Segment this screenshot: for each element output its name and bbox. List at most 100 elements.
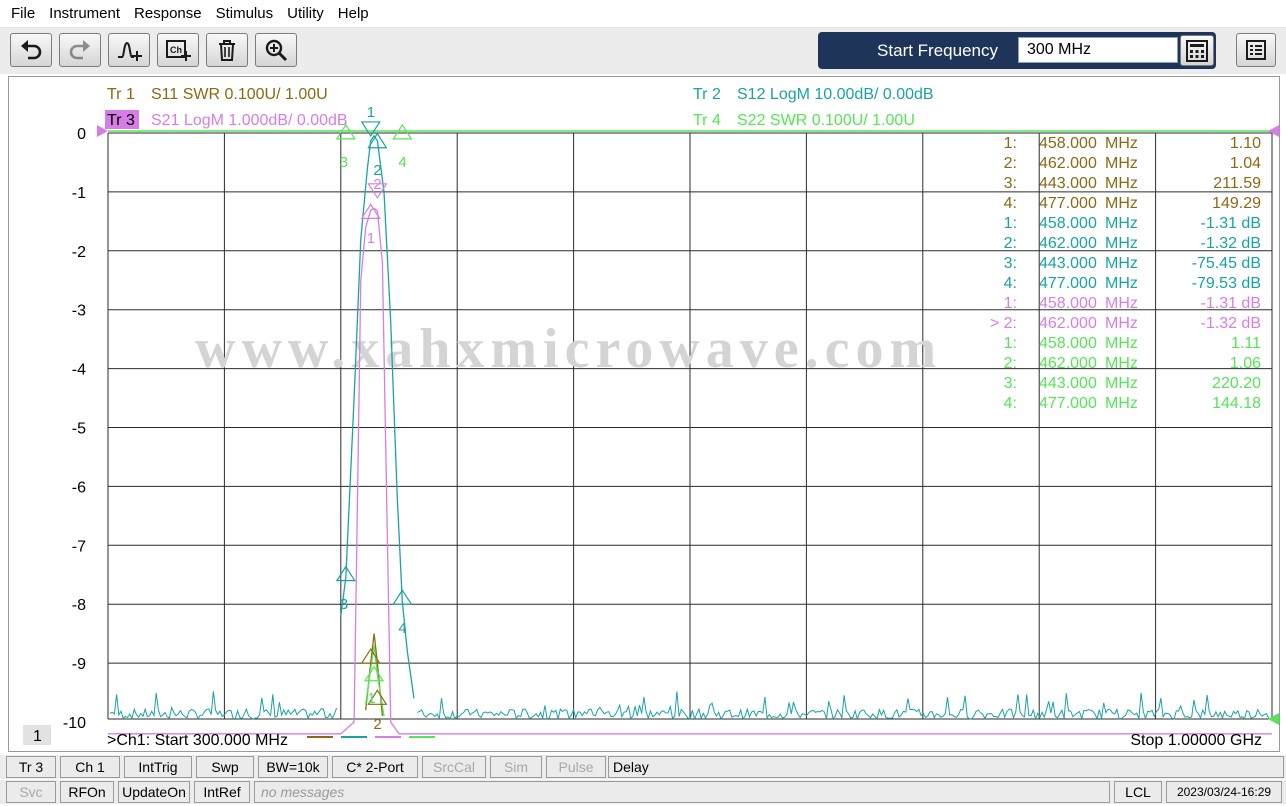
marker-readout-freq: 443.000 xyxy=(1039,175,1097,192)
status-message: no messages xyxy=(254,781,1110,803)
marker-readout-index: 1: xyxy=(1004,215,1017,232)
menu-response[interactable]: Response xyxy=(127,0,209,28)
start-frequency-input[interactable]: 300 MHz xyxy=(1018,37,1178,63)
marker-readout-index: 1: xyxy=(1004,335,1017,352)
measurement-window[interactable]: www.xahxmicrowave.com 0 -1 -2 -3 -4 -5 -6 -7 -8 -… xyxy=(8,76,1280,752)
marker-readout-freq: 458.000 xyxy=(1039,335,1097,352)
softkey-menu-button[interactable] xyxy=(1236,33,1276,67)
marker-readout-value: 1.11 xyxy=(1231,335,1261,352)
marker-readout-index: 2: xyxy=(1004,155,1017,172)
marker-readout-index: 1: xyxy=(1004,135,1017,152)
menu-file[interactable]: File xyxy=(4,0,42,28)
menu-stimulus[interactable]: Stimulus xyxy=(209,0,281,28)
status-channel[interactable]: Ch 1 xyxy=(60,756,120,778)
marker-readout-index: 3: xyxy=(1004,375,1017,392)
status-calibration[interactable]: C* 2-Port xyxy=(332,756,418,778)
marker-readout-freq: 443.000 xyxy=(1039,255,1097,272)
marker-readout-value: -79.53 dB xyxy=(1192,275,1261,292)
marker-readout-value: 211.59 xyxy=(1213,175,1261,192)
marker-readout-value: 1.04 xyxy=(1230,155,1261,172)
marker-readout-unit: MHz xyxy=(1105,355,1138,372)
entry-label: Start Frequency xyxy=(877,41,998,60)
undo-button[interactable] xyxy=(10,33,52,67)
marker-number-label: 2 xyxy=(373,716,381,733)
y-tick-label: -8 xyxy=(72,597,86,614)
status-sweep[interactable]: Swp xyxy=(196,756,254,778)
status-bandwidth[interactable]: BW=10k xyxy=(258,756,328,778)
y-tick-label: -9 xyxy=(72,656,86,673)
chart-area: www.xahxmicrowave.com 0 -1 -2 -3 -4 -5 -6 -7 -8 -… xyxy=(23,86,1279,749)
marker-readout-unit: MHz xyxy=(1105,295,1138,312)
marker-number-label: 1 xyxy=(367,230,375,247)
marker-readout-unit: MHz xyxy=(1105,335,1138,352)
add-trace-icon xyxy=(118,41,142,61)
menu-help[interactable]: Help xyxy=(331,0,376,28)
trace-s12-noise-right xyxy=(417,691,1270,721)
grid xyxy=(107,132,1273,720)
y-tick-label: -5 xyxy=(72,421,86,438)
marker-number-label: 4 xyxy=(398,154,406,171)
reference-arrow-right xyxy=(1268,125,1279,137)
status-int-ref[interactable]: IntRef xyxy=(194,781,250,803)
svg-text:Ch: Ch xyxy=(170,45,182,55)
status-pulse[interactable]: Pulse xyxy=(546,756,606,778)
status-delay[interactable]: Delay xyxy=(608,756,1284,778)
watermark: www.xahxmicrowave.com xyxy=(195,318,942,380)
marker-readout-value: -1.31 dB xyxy=(1201,215,1261,232)
marker-number-label: 4 xyxy=(398,620,406,637)
status-trace[interactable]: Tr 3 xyxy=(6,756,56,778)
marker-readout-freq: 458.000 xyxy=(1039,295,1097,312)
marker-readout-index: 4: xyxy=(1004,395,1017,412)
marker-4-s22 xyxy=(392,123,413,140)
status-local[interactable]: LCL xyxy=(1114,781,1162,803)
marker-number-label: 1 xyxy=(367,690,375,707)
status-update-on[interactable]: UpdateOn xyxy=(118,781,190,803)
y-tick-label: -7 xyxy=(72,538,86,555)
marker-readout-unit: MHz xyxy=(1105,175,1138,192)
status-rf-on[interactable]: RFOn xyxy=(60,781,114,803)
marker-number-label: 2 xyxy=(373,176,381,193)
trace-setting-tr4: S22 SWR 0.100U/ 1.00U xyxy=(737,112,915,129)
status-trigger[interactable]: IntTrig xyxy=(124,756,192,778)
marker-readout-unit: MHz xyxy=(1105,215,1138,232)
zoom-icon xyxy=(265,39,288,62)
menu-grid-icon xyxy=(1246,40,1266,60)
marker-readout-index: 1: xyxy=(1004,295,1017,312)
y-tick-label: -6 xyxy=(72,479,86,496)
status-svc[interactable]: Svc xyxy=(6,781,56,803)
marker-readout-unit: MHz xyxy=(1105,375,1138,392)
y-tick-label: -2 xyxy=(72,244,86,261)
keypad-button[interactable] xyxy=(1180,35,1214,66)
status-sim[interactable]: Sim xyxy=(490,756,542,778)
add-channel-button[interactable]: Ch xyxy=(157,33,199,67)
marker-readout-value: 1.10 xyxy=(1230,135,1261,152)
marker-readout-freq: 462.000 xyxy=(1039,155,1097,172)
menu-instrument[interactable]: Instrument xyxy=(42,0,127,28)
add-trace-button[interactable] xyxy=(108,33,150,67)
channel-number: 1 xyxy=(33,728,42,745)
status-srccal[interactable]: SrcCal xyxy=(422,756,486,778)
marker-readout-index: 4: xyxy=(1004,195,1017,212)
y-tick-label: -10 xyxy=(63,715,86,732)
marker-readout-index: 4: xyxy=(1004,275,1017,292)
trace-id-tr4: Tr 4 xyxy=(693,112,721,129)
marker-readout-unit: MHz xyxy=(1105,235,1138,252)
marker-readout-value: 144.18 xyxy=(1212,395,1261,412)
marker-readout-index: 3: xyxy=(1004,255,1017,272)
status-bar-bottom: Svc RFOn UpdateOn IntRef no messages LCL… xyxy=(0,780,1286,804)
marker-readout-freq: 458.000 xyxy=(1039,215,1097,232)
delete-icon xyxy=(219,40,235,61)
menu-utility[interactable]: Utility xyxy=(280,0,331,28)
marker-readout-unit: MHz xyxy=(1105,155,1138,172)
delete-button[interactable] xyxy=(206,33,248,67)
zoom-button[interactable] xyxy=(255,33,297,67)
redo-button[interactable] xyxy=(59,33,101,67)
marker-readout-index: 2: xyxy=(1004,355,1017,372)
stop-label: Stop 1.00000 GHz xyxy=(1130,732,1262,749)
trace-id-tr2: Tr 2 xyxy=(693,86,721,103)
marker-readout-unit: MHz xyxy=(1105,275,1138,292)
y-tick-label: -1 xyxy=(72,185,86,202)
marker-readout-value: -75.45 dB xyxy=(1192,255,1261,272)
marker-readout-unit: MHz xyxy=(1105,195,1138,212)
marker-readout-index: 3: xyxy=(1004,175,1017,192)
